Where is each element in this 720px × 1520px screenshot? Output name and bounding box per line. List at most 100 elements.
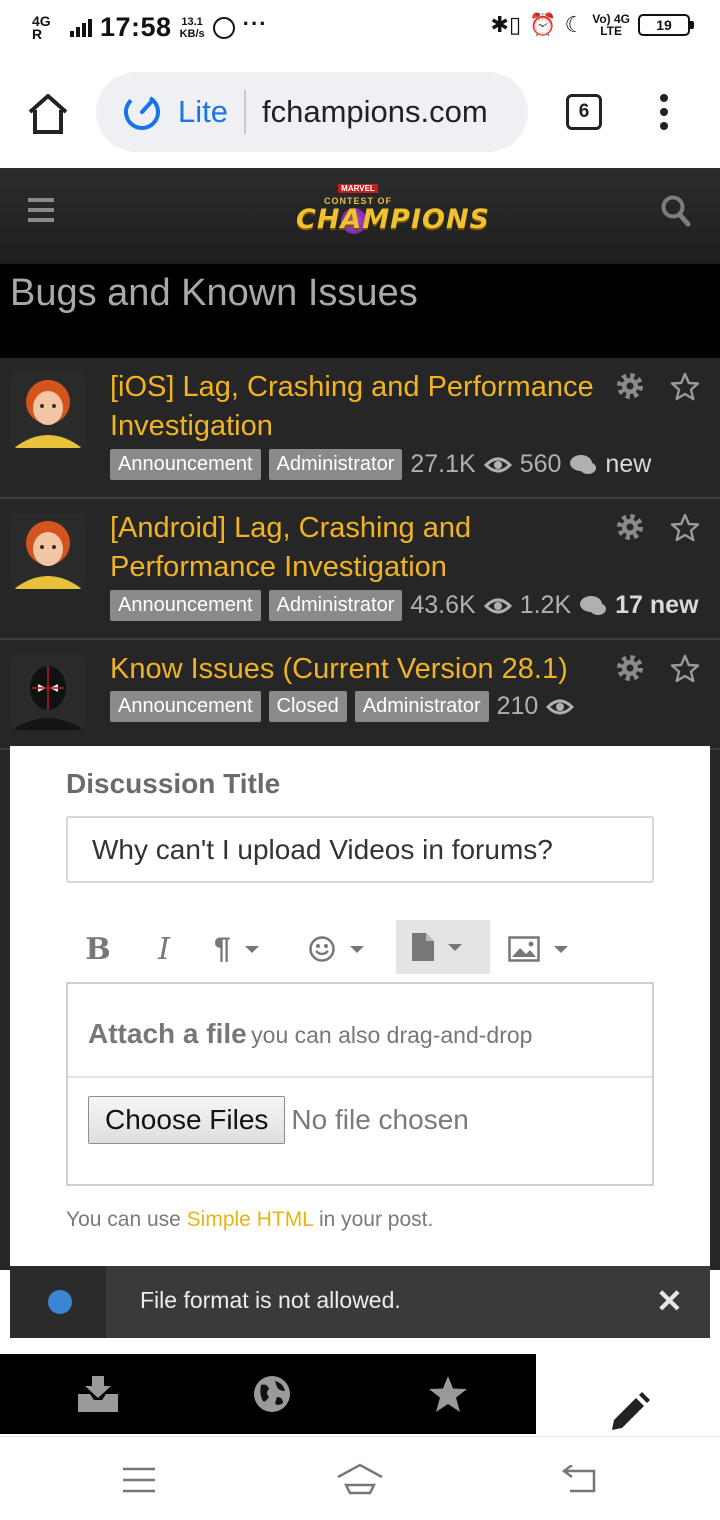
moon-icon: ☾ <box>564 12 585 37</box>
tab-switcher-button[interactable]: 6 <box>566 94 602 130</box>
help-suffix: in your post. <box>318 1208 434 1231</box>
discussion-title-input[interactable]: Why can't I upload Videos in forums? <box>66 816 654 883</box>
simple-html-link[interactable]: Simple HTML <box>187 1208 313 1231</box>
avatar <box>10 372 86 448</box>
site-header: MARVEL CONTEST OF CHAMPIONS <box>0 168 720 264</box>
chevron-down-icon <box>244 945 259 953</box>
comment-count: 1.2K <box>519 591 572 619</box>
bluetooth-vibrate-icon: ✱▯ <box>490 12 522 37</box>
attach-title: Attach a file <box>88 1018 247 1049</box>
more-notifications-icon: ··· <box>242 10 268 36</box>
bookmarks-button[interactable] <box>358 1354 538 1434</box>
paragraph-icon: ¶ <box>214 932 231 965</box>
eye-icon <box>483 598 512 613</box>
battery-icon: 19 <box>638 14 694 36</box>
view-count: 210 <box>496 692 539 720</box>
info-dot-icon <box>48 1290 72 1314</box>
view-count: 43.6K <box>410 591 476 619</box>
close-icon[interactable]: ✕ <box>656 1282 683 1320</box>
menu-icon[interactable] <box>122 1467 156 1493</box>
tag-announcement: Announcement <box>110 590 261 621</box>
pencil-icon <box>612 1392 650 1430</box>
italic-button[interactable]: I <box>142 922 186 976</box>
inbox-icon <box>78 1376 118 1412</box>
tag-announcement: Announcement <box>110 449 261 480</box>
status-bar: 4G R 17:58 13.1 KB/s ··· ✱▯ ⏰ ☾ Vo) 4G LTE … <box>0 0 720 56</box>
gear-icon[interactable] <box>616 654 644 682</box>
emoji-button[interactable] <box>308 922 388 976</box>
comment-count: 560 <box>519 450 562 478</box>
system-nav-bar <box>0 1436 720 1520</box>
lite-mode-icon <box>124 94 160 130</box>
avatar <box>10 654 86 730</box>
insert-image-button[interactable] <box>508 922 588 976</box>
paragraph-format-button[interactable]: ¶ <box>208 922 284 976</box>
globe-icon <box>254 1376 290 1412</box>
eye-icon <box>546 699 575 714</box>
tag-announcement: Announcement <box>110 691 261 722</box>
file-icon <box>412 933 434 961</box>
bookmark-star-icon[interactable] <box>670 654 700 684</box>
italic-icon: I <box>158 931 170 967</box>
new-discussion-form: Discussion Title Why can't I upload Vide… <box>10 746 710 1354</box>
volte-indicator: Vo) 4G LTE <box>592 12 630 38</box>
bookmark-star-icon[interactable] <box>670 372 700 402</box>
back-icon[interactable] <box>560 1465 598 1495</box>
chevron-down-icon <box>448 943 462 951</box>
activity-button[interactable] <box>182 1354 362 1434</box>
discussion-meta: Announcement Closed Administrator 210 <box>110 691 575 722</box>
overflow-menu-icon[interactable] <box>658 94 670 134</box>
logo-title: CHAMPIONS <box>296 204 491 235</box>
bold-icon: B <box>85 931 111 967</box>
new-comments[interactable]: new <box>605 450 651 479</box>
home-nav-icon[interactable] <box>336 1463 384 1495</box>
avatar <box>10 513 86 589</box>
discussion-row[interactable]: [iOS] Lag, Crashing and Performance Inve… <box>0 358 720 499</box>
inbox-button[interactable] <box>8 1354 188 1434</box>
discussion-title-label: Discussion Title <box>66 768 281 799</box>
discussion-title[interactable]: [iOS] Lag, Crashing and Performance Inve… <box>110 368 610 446</box>
attach-file-button[interactable] <box>396 920 490 974</box>
site-logo[interactable]: MARVEL CONTEST OF CHAMPIONS <box>296 172 491 260</box>
gear-icon[interactable] <box>616 513 644 541</box>
discussion-meta: Announcement Administrator 43.6K 1.2K 17… <box>110 590 699 621</box>
site-bottom-nav <box>0 1354 720 1434</box>
attach-header: Attach a file you can also drag-and-drop <box>68 984 652 1078</box>
error-toast: File format is not allowed. ✕ <box>10 1266 710 1338</box>
star-icon <box>429 1376 467 1412</box>
chevron-down-icon <box>554 945 568 953</box>
discussion-row[interactable]: Know Issues (Current Version 28.1) Annou… <box>0 640 720 750</box>
attach-hint: you can also drag-and-drop <box>251 1022 533 1048</box>
toast-message: File format is not allowed. <box>140 1287 401 1313</box>
editor-toolbar: B I ¶ <box>76 920 636 976</box>
new-discussion-button[interactable] <box>536 1354 720 1434</box>
category-title: Bugs and Known Issues <box>10 272 418 314</box>
file-status: No file chosen <box>291 1104 469 1135</box>
search-icon[interactable] <box>660 194 692 228</box>
comments-icon <box>570 454 597 474</box>
attach-file-panel: Attach a file you can also drag-and-drop… <box>66 982 654 1186</box>
clock: 17:58 <box>100 12 172 42</box>
hamburger-menu-icon[interactable] <box>28 198 54 222</box>
bold-button[interactable]: B <box>76 922 120 976</box>
discussion-title[interactable]: Know Issues (Current Version 28.1) <box>110 650 630 689</box>
lite-label: Lite <box>178 94 228 129</box>
bookmark-star-icon[interactable] <box>670 513 700 543</box>
signal-icon <box>70 18 92 37</box>
discussion-meta: Announcement Administrator 27.1K 560 new <box>110 449 651 480</box>
browser-toolbar: Lite fchampions.com 6 <box>0 56 720 168</box>
choose-files-button[interactable]: Choose Files <box>88 1096 286 1144</box>
address-bar[interactable]: Lite fchampions.com <box>96 72 528 152</box>
home-icon[interactable] <box>24 90 72 138</box>
url-text[interactable]: fchampions.com <box>262 94 512 130</box>
discussion-title[interactable]: [Android] Lag, Crashing and Performance … <box>110 509 610 587</box>
url-divider <box>243 90 246 134</box>
logo-marvel-text: MARVEL <box>338 184 378 193</box>
tag-administrator: Administrator <box>268 590 403 621</box>
gear-icon[interactable] <box>616 372 644 400</box>
category-header: Bugs and Known Issues <box>0 264 720 358</box>
new-comments[interactable]: 17 new <box>615 591 698 620</box>
discussion-row[interactable]: [Android] Lag, Crashing and Performance … <box>0 499 720 640</box>
tag-administrator: Administrator <box>268 449 403 480</box>
smiley-icon <box>309 936 335 962</box>
